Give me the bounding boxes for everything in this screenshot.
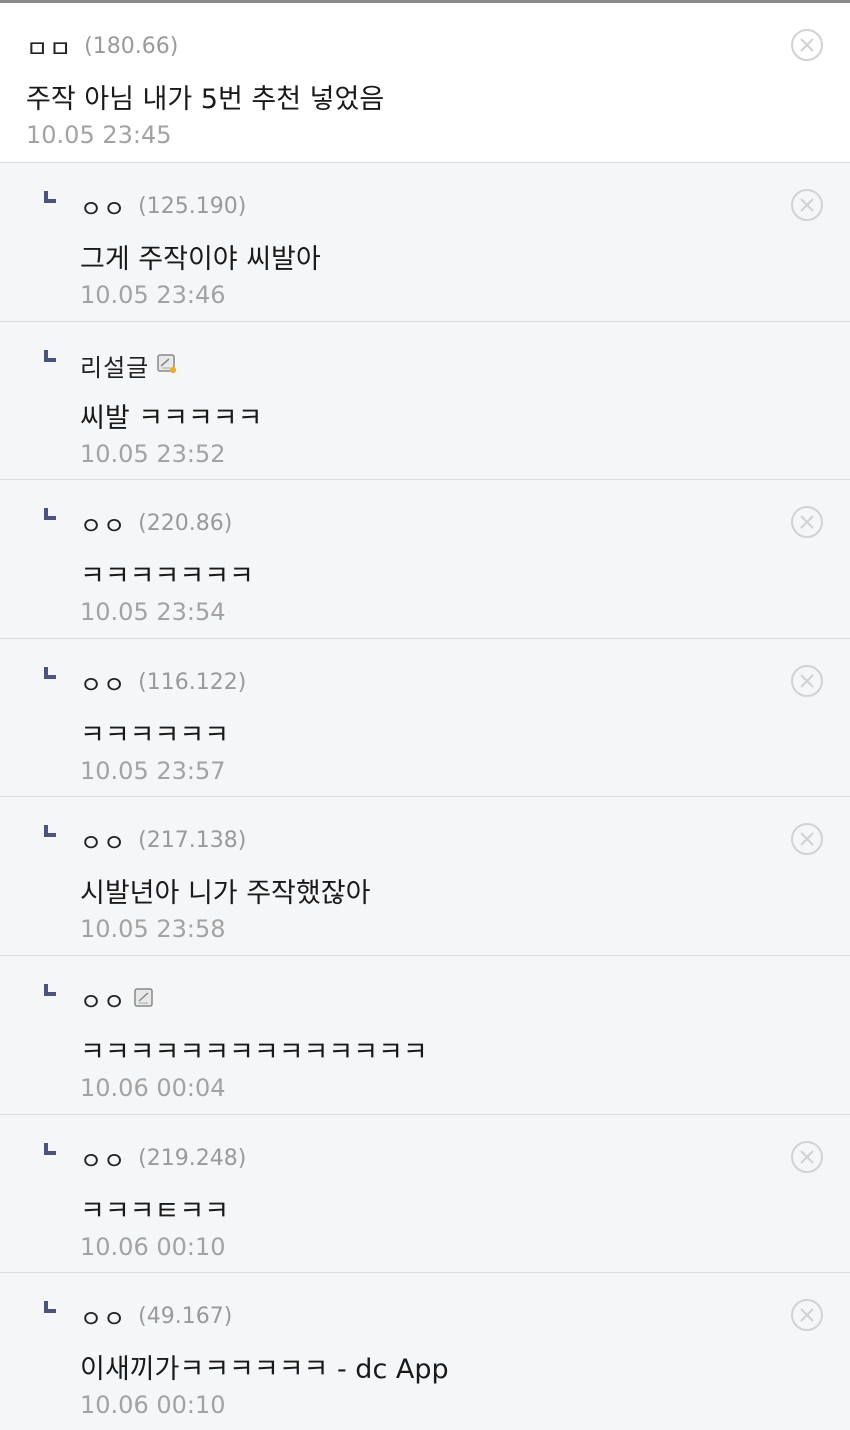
reply-arrow-icon <box>44 1142 56 1155</box>
author-nickname[interactable]: ㅇㅇ <box>80 823 126 858</box>
comment-timestamp: 10.05 23:57 <box>80 756 226 785</box>
comment-text: 씨발 ㅋㅋㅋㅋㅋ <box>80 402 263 434</box>
comment-text: 그게 주작이야 씨발아 <box>80 244 321 275</box>
comment-text: 시발년아 니가 주작했잖아 <box>80 878 371 910</box>
comment-header: ㅇㅇ (217.138) <box>80 823 246 858</box>
comment-header: ㅇㅇ (116.122) <box>80 665 246 700</box>
comment-text: ㅋㅋㅋㅋㅋㅋ <box>80 719 230 751</box>
reply-arrow-icon <box>44 983 56 996</box>
author-nickname[interactable]: ㅇㅇ <box>80 1299 126 1334</box>
author-nickname[interactable]: 리설글 <box>80 348 149 383</box>
author-ip: (219.248) <box>138 1145 247 1171</box>
reply-comment: ㅇㅇ (220.86) ㅋㅋㅋㅋㅋㅋㅋ 10.05 23:54 <box>0 480 850 639</box>
close-circle-icon <box>791 823 823 856</box>
reply-arrow-icon <box>44 508 56 521</box>
author-ip: (125.190) <box>138 194 247 219</box>
reply-comment: ㅇㅇ (116.122) ㅋㅋㅋㅋㅋㅋ 10.05 23:57 <box>0 638 850 798</box>
close-circle-icon <box>791 506 823 539</box>
comment: ㅁㅁ (180.66) 주작 아님 내가 5번 추천 넣었음 10.05 23:… <box>0 3 850 163</box>
author-ip: (49.167) <box>138 1304 233 1330</box>
comment-timestamp: 10.05 23:58 <box>80 915 226 944</box>
delete-comment-button[interactable] <box>790 505 824 539</box>
reply-comment: ㅇㅇ ㅋㅋㅋㅋㅋㅋㅋㅋㅋㅋㅋㅋㅋㅋ 10.06 00:04 <box>0 955 850 1115</box>
close-circle-icon <box>791 189 823 221</box>
author-ip: (217.138) <box>138 828 247 854</box>
reply-comment: ㅇㅇ (219.248) ㅋㅋㅋㅌㅋㅋ 10.06 00:10 <box>0 1114 850 1274</box>
reply-comment: ㅇㅇ (49.167) 이새끼가ㅋㅋㅋㅋㅋㅋ - dc App 10.06 00… <box>0 1273 850 1430</box>
reply-arrow-icon <box>44 349 56 362</box>
comment-timestamp: 10.05 23:45 <box>26 121 172 149</box>
reply-comment: ㅇㅇ (125.190) 그게 주작이야 씨발아 10.05 23:46 <box>0 163 850 322</box>
delete-comment-button[interactable] <box>790 822 824 856</box>
close-circle-icon <box>791 1140 823 1173</box>
reply-arrow-icon <box>44 666 56 679</box>
author-nickname[interactable]: ㅇㅇ <box>80 665 126 700</box>
semi-fixed-nick-member-icon <box>134 988 153 1008</box>
delete-comment-button[interactable] <box>790 28 824 62</box>
comment-header: ㅇㅇ (125.190) <box>80 189 246 224</box>
reply-arrow-icon <box>44 825 56 838</box>
comment-text: ㅋㅋㅋㅋㅋㅋㅋ <box>80 561 254 593</box>
author-nickname[interactable]: ㅇㅇ <box>80 506 126 541</box>
comment-timestamp: 10.05 23:54 <box>80 598 226 627</box>
delete-comment-button[interactable] <box>790 1298 824 1332</box>
comment-header: ㅇㅇ <box>80 982 154 1017</box>
delete-comment-button[interactable] <box>790 664 824 698</box>
comment-timestamp: 10.06 00:04 <box>80 1073 226 1102</box>
comment-header: ㅁㅁ (180.66) <box>26 29 178 64</box>
comment-header: ㅇㅇ (49.167) <box>80 1299 232 1334</box>
author-nickname[interactable]: ㅁㅁ <box>26 29 72 64</box>
author-ip: (220.86) <box>138 511 233 537</box>
comment-timestamp: 10.06 00:10 <box>80 1391 226 1420</box>
author-nickname[interactable]: ㅇㅇ <box>80 189 126 224</box>
comment-text: 주작 아님 내가 5번 추천 넣었음 <box>26 84 385 115</box>
author-ip: (180.66) <box>84 34 179 59</box>
comment-text: ㅋㅋㅋㅌㅋㅋ <box>80 1195 230 1227</box>
delete-comment-button[interactable] <box>790 188 824 222</box>
comment-header: ㅇㅇ (220.86) <box>80 506 232 541</box>
reply-comment: ㅇㅇ (217.138) 시발년아 니가 주작했잖아 10.05 23:58 <box>0 797 850 956</box>
comment-header: ㅇㅇ (219.248) <box>80 1141 246 1176</box>
fixed-nick-member-icon <box>157 354 177 374</box>
comment-timestamp: 10.06 00:10 <box>80 1232 226 1261</box>
delete-comment-button[interactable] <box>790 1140 824 1174</box>
close-circle-icon <box>791 1299 823 1332</box>
comment-thread: ㅁㅁ (180.66) 주작 아님 내가 5번 추천 넣었음 10.05 23:… <box>0 0 850 1430</box>
comment-timestamp: 10.05 23:52 <box>80 439 226 468</box>
close-circle-icon <box>791 664 823 697</box>
close-circle-icon <box>791 29 823 61</box>
reply-comment: 리설글 씨발 ㅋㅋㅋㅋㅋ 10.05 23:52 <box>0 321 850 481</box>
author-ip: (116.122) <box>138 669 247 695</box>
author-nickname[interactable]: ㅇㅇ <box>80 982 126 1017</box>
comment-header: 리설글 <box>80 348 177 383</box>
reply-arrow-icon <box>44 1301 56 1314</box>
comment-timestamp: 10.05 23:46 <box>80 281 226 309</box>
reply-arrow-icon <box>44 191 56 203</box>
comment-text: ㅋㅋㅋㅋㅋㅋㅋㅋㅋㅋㅋㅋㅋㅋ <box>80 1036 428 1068</box>
author-nickname[interactable]: ㅇㅇ <box>80 1141 126 1176</box>
comment-text: 이새끼가ㅋㅋㅋㅋㅋㅋ - dc App <box>80 1354 449 1386</box>
